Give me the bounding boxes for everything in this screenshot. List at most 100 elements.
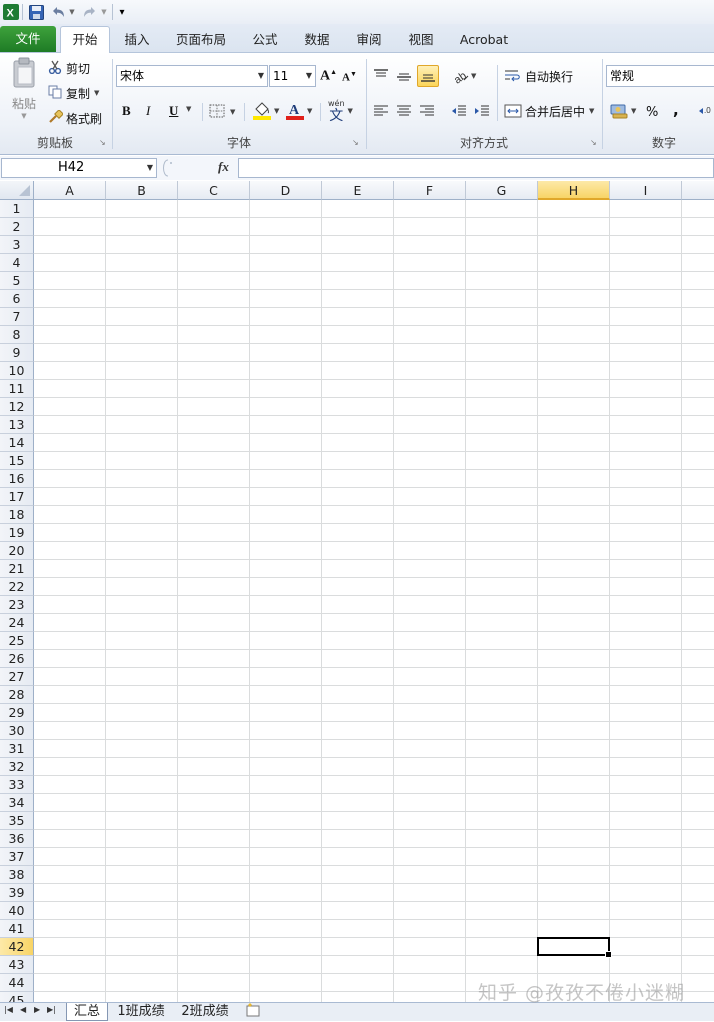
row-header-24[interactable]: 24 (0, 614, 34, 632)
column-header-A[interactable]: A (34, 181, 106, 200)
row-header-9[interactable]: 9 (0, 344, 34, 362)
row-header-23[interactable]: 23 (0, 596, 34, 614)
row-header-44[interactable]: 44 (0, 974, 34, 992)
row-header-26[interactable]: 26 (0, 650, 34, 668)
orientation-button[interactable]: ab ▼ (452, 67, 476, 85)
redo-dropdown-icon[interactable]: ▼ (100, 3, 108, 21)
formula-input[interactable] (238, 158, 714, 178)
row-header-41[interactable]: 41 (0, 920, 34, 938)
fill-color-button[interactable]: ▼ (253, 100, 279, 122)
tab-review[interactable]: 审阅 (350, 28, 388, 52)
tab-file[interactable]: 文件 (0, 26, 56, 52)
row-header-32[interactable]: 32 (0, 758, 34, 776)
name-box[interactable]: H42 ▼ (1, 158, 157, 178)
row-header-12[interactable]: 12 (0, 398, 34, 416)
tab-formulas[interactable]: 公式 (246, 28, 284, 52)
customize-toolbar-button[interactable]: ▾ (116, 3, 128, 21)
bold-button[interactable]: B (122, 102, 131, 120)
row-header-29[interactable]: 29 (0, 704, 34, 722)
row-header-38[interactable]: 38 (0, 866, 34, 884)
first-sheet-button[interactable]: |◀ (4, 1005, 13, 1014)
clipboard-dialog-launcher-icon[interactable]: ↘ (99, 139, 107, 147)
formula-bar-splitter-icon[interactable] (160, 158, 218, 178)
row-header-18[interactable]: 18 (0, 506, 34, 524)
sheet-tab-class2[interactable]: 2班成绩 (176, 1003, 234, 1020)
column-header-B[interactable]: B (106, 181, 178, 200)
row-header-1[interactable]: 1 (0, 200, 34, 218)
align-top-button[interactable] (373, 67, 391, 85)
row-header-7[interactable]: 7 (0, 308, 34, 326)
row-header-6[interactable]: 6 (0, 290, 34, 308)
comma-style-button[interactable]: , (673, 101, 679, 119)
row-header-2[interactable]: 2 (0, 218, 34, 236)
font-size-select[interactable]: 11 ▼ (269, 65, 316, 87)
row-header-20[interactable]: 20 (0, 542, 34, 560)
align-middle-button[interactable] (396, 67, 414, 85)
row-header-31[interactable]: 31 (0, 740, 34, 758)
save-icon[interactable] (27, 3, 45, 21)
column-header-E[interactable]: E (322, 181, 394, 200)
align-left-button[interactable] (373, 102, 391, 120)
row-header-42[interactable]: 42 (0, 938, 34, 956)
font-dialog-launcher-icon[interactable]: ↘ (352, 139, 360, 147)
next-sheet-button[interactable]: ▶ (34, 1005, 40, 1014)
row-header-28[interactable]: 28 (0, 686, 34, 704)
row-header-30[interactable]: 30 (0, 722, 34, 740)
tab-data[interactable]: 数据 (298, 28, 336, 52)
tab-view[interactable]: 视图 (402, 28, 440, 52)
tab-page-layout[interactable]: 页面布局 (170, 28, 232, 52)
row-header-35[interactable]: 35 (0, 812, 34, 830)
row-header-14[interactable]: 14 (0, 434, 34, 452)
shrink-font-button[interactable]: A▼ (342, 68, 357, 86)
grow-font-button[interactable]: A▲ (320, 67, 337, 85)
row-header-10[interactable]: 10 (0, 362, 34, 380)
row-header-22[interactable]: 22 (0, 578, 34, 596)
insert-sheet-button[interactable] (244, 1003, 266, 1020)
increase-decimal-button[interactable]: .0 (698, 102, 714, 120)
redo-icon[interactable] (80, 3, 100, 21)
wrap-text-button[interactable]: 自动换行 (504, 67, 573, 85)
sheet-tab-class1[interactable]: 1班成绩 (112, 1003, 170, 1020)
merge-center-button[interactable]: 合并后居中 ▼ (504, 102, 594, 120)
last-sheet-button[interactable]: ▶| (47, 1005, 56, 1014)
row-header-40[interactable]: 40 (0, 902, 34, 920)
row-header-37[interactable]: 37 (0, 848, 34, 866)
row-header-17[interactable]: 17 (0, 488, 34, 506)
align-bottom-button[interactable] (417, 65, 439, 87)
column-header-partial[interactable] (682, 181, 714, 200)
decrease-indent-button[interactable] (451, 102, 469, 120)
row-header-27[interactable]: 27 (0, 668, 34, 686)
column-header-G[interactable]: G (466, 181, 538, 200)
format-painter-button[interactable]: 格式刷 (48, 108, 102, 127)
row-header-21[interactable]: 21 (0, 560, 34, 578)
row-header-5[interactable]: 5 (0, 272, 34, 290)
underline-dropdown-icon[interactable]: ▼ (186, 105, 191, 113)
align-right-button[interactable] (419, 102, 437, 120)
paste-button[interactable]: 粘贴 ▼ (6, 57, 42, 129)
row-header-36[interactable]: 36 (0, 830, 34, 848)
column-header-I[interactable]: I (610, 181, 682, 200)
increase-indent-button[interactable] (474, 102, 492, 120)
cut-button[interactable]: 剪切 (48, 59, 90, 77)
column-header-F[interactable]: F (394, 181, 466, 200)
sheet-tab-summary[interactable]: 汇总 (66, 1003, 108, 1021)
italic-button[interactable]: I (146, 102, 150, 120)
row-header-25[interactable]: 25 (0, 632, 34, 650)
row-header-11[interactable]: 11 (0, 380, 34, 398)
underline-button[interactable]: U (169, 102, 178, 120)
active-cell-H42[interactable] (537, 937, 612, 958)
accounting-format-button[interactable]: ▼ (610, 102, 636, 120)
font-color-button[interactable]: A ▼ (286, 100, 312, 122)
number-format-select[interactable]: 常规 (606, 65, 714, 87)
phonetic-guide-button[interactable]: wén 文 ▼ (328, 98, 353, 124)
font-name-select[interactable]: 宋体 ▼ (116, 65, 268, 87)
undo-dropdown-icon[interactable]: ▼ (68, 3, 76, 21)
copy-button[interactable]: 复制 ▼ (48, 84, 99, 102)
align-center-button[interactable] (396, 102, 414, 120)
percent-style-button[interactable]: % (646, 103, 658, 121)
insert-function-button[interactable]: fx (218, 159, 236, 177)
prev-sheet-button[interactable]: ◀ (20, 1005, 26, 1014)
row-header-19[interactable]: 19 (0, 524, 34, 542)
borders-button[interactable]: ▼ (209, 103, 235, 121)
row-header-15[interactable]: 15 (0, 452, 34, 470)
